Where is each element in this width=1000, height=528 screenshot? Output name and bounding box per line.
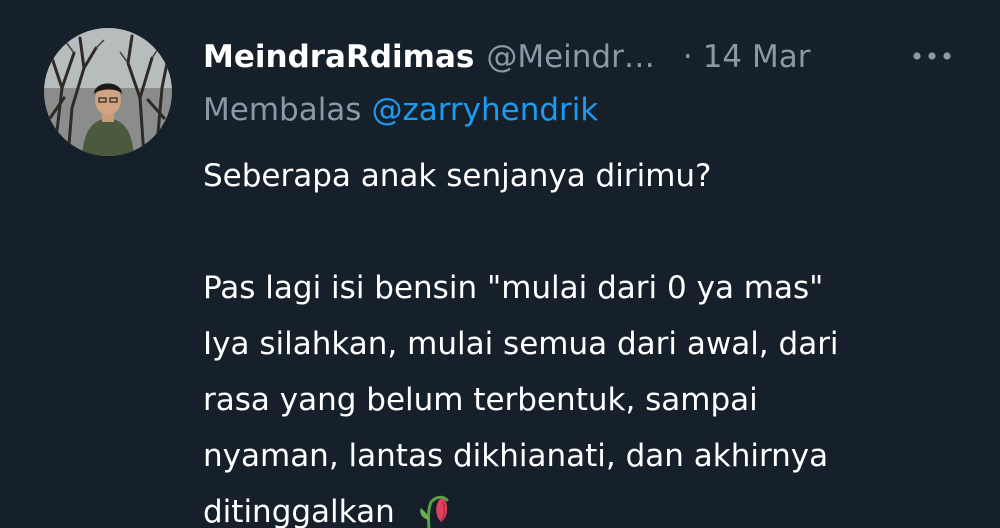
tweet-text-line-last: ditinggalkan — [203, 484, 983, 528]
reply-context: Membalas @zarryhendrik — [203, 92, 598, 128]
more-horizontal-icon — [913, 52, 951, 60]
tweet-text-line: Seberapa anak senjanya dirimu? — [203, 158, 712, 194]
timestamp[interactable]: 14 Mar — [703, 39, 811, 75]
tweet-text-line: Iya silahkan, mulai semua dari awal, dar… — [203, 326, 839, 362]
tweet-text-line: ditinggalkan — [203, 494, 395, 528]
reply-prefix: Membalas — [203, 92, 362, 128]
tweet-text: Seberapa anak senjanya dirimu? Pas lagi … — [203, 148, 983, 528]
wilted-flower-icon — [417, 490, 451, 528]
tweet-text-line: Pas lagi isi bensin "mulai dari 0 ya mas… — [203, 270, 824, 306]
tweet-text-line: nyaman, lantas dikhianati, dan akhirnya — [203, 438, 829, 474]
avatar[interactable] — [44, 28, 172, 156]
profile-photo — [44, 28, 172, 156]
tweet-header: MeindraRdimas @Meindr… · 14 Mar — [203, 34, 811, 80]
separator-dot: · — [682, 39, 693, 75]
reply-mention-link[interactable]: @zarryhendrik — [371, 92, 598, 128]
user-handle[interactable]: @Meindr… — [486, 39, 655, 75]
display-name[interactable]: MeindraRdimas — [203, 39, 474, 75]
tweet-text-line: rasa yang belum terbentuk, sampai — [203, 382, 758, 418]
tweet[interactable]: MeindraRdimas @Meindr… · 14 Mar Membalas… — [0, 0, 1000, 528]
more-options-button[interactable] — [904, 36, 960, 76]
